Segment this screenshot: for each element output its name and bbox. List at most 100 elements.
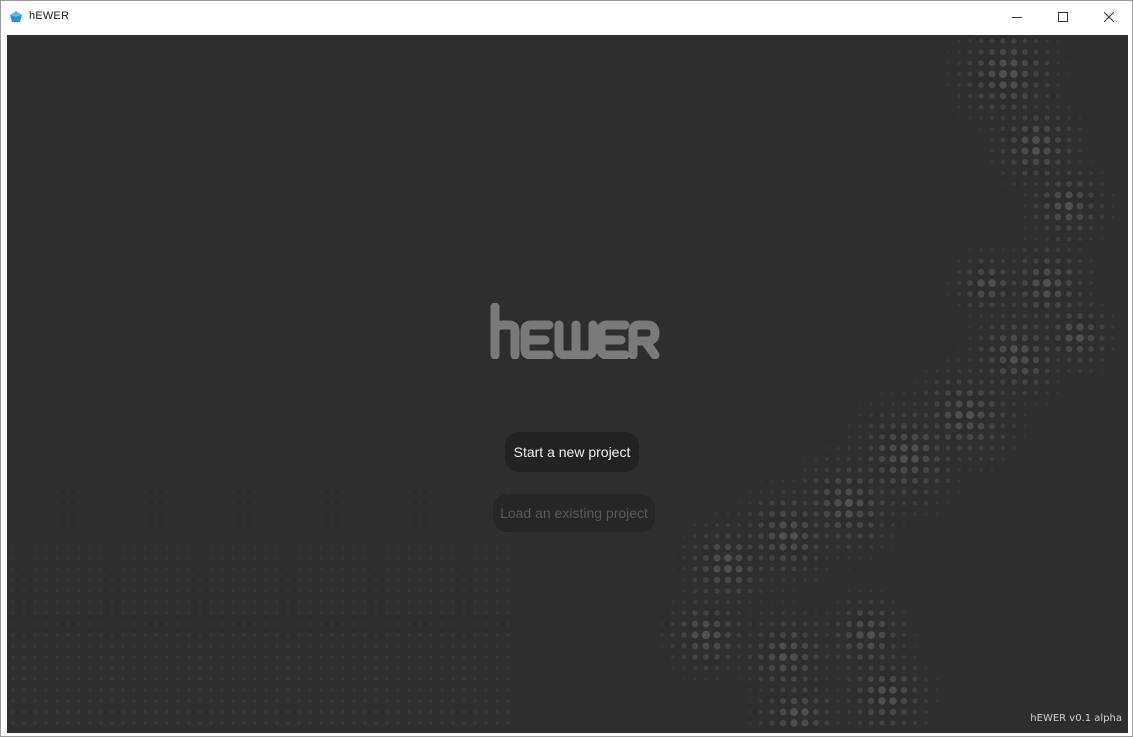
background-dot — [758, 533, 764, 539]
background-dot — [802, 632, 808, 638]
background-dot — [121, 545, 125, 549]
background-dot — [1078, 138, 1082, 142]
background-dot — [154, 600, 158, 604]
background-dot — [55, 523, 59, 527]
background-dot — [198, 677, 202, 681]
background-dot — [297, 666, 301, 670]
background-dot — [33, 677, 37, 681]
background-dot — [352, 600, 356, 604]
load-existing-project-button[interactable]: Load an existing project — [493, 494, 655, 532]
background-dot — [779, 631, 787, 639]
background-dot — [132, 567, 136, 571]
background-dot — [374, 688, 378, 692]
background-dot — [473, 479, 477, 483]
background-dot — [703, 544, 709, 550]
background-dot — [165, 545, 169, 549]
background-dot — [231, 611, 235, 615]
background-dot — [286, 644, 290, 648]
background-dot — [890, 720, 896, 726]
background-dot — [1033, 60, 1039, 66]
background-dot — [176, 600, 180, 604]
background-dot — [1066, 126, 1072, 132]
background-dot — [1100, 369, 1104, 373]
background-dot — [998, 69, 1008, 79]
background-dot — [1111, 193, 1115, 197]
background-dot — [286, 567, 290, 571]
background-dot — [330, 688, 334, 692]
background-dot — [1055, 236, 1061, 242]
background-dot — [473, 589, 477, 593]
background-dot — [692, 555, 698, 561]
background-dot — [924, 380, 928, 384]
background-dot — [286, 534, 290, 538]
background-dot — [978, 302, 984, 308]
background-dot — [714, 599, 720, 605]
background-dot — [1089, 369, 1093, 373]
close-button[interactable] — [1086, 1, 1132, 33]
background-dot — [286, 545, 290, 549]
background-dot — [1044, 214, 1050, 220]
background-dot — [22, 721, 26, 725]
maximize-button[interactable] — [1040, 1, 1086, 33]
background-dot — [286, 666, 290, 670]
background-dot — [308, 523, 312, 527]
background-dot — [990, 149, 994, 153]
background-dot — [462, 567, 466, 571]
background-dot — [790, 719, 798, 727]
background-dot — [165, 468, 169, 472]
background-dot — [825, 611, 829, 615]
background-dot — [363, 567, 367, 571]
background-dot — [319, 457, 323, 461]
background-dot — [770, 589, 774, 593]
minimize-button[interactable] — [994, 1, 1040, 33]
background-dot — [88, 545, 92, 549]
background-dot — [11, 666, 15, 670]
background-dot — [1111, 347, 1115, 351]
background-dot — [198, 699, 202, 703]
background-dot — [154, 512, 158, 516]
background-dot — [143, 699, 147, 703]
background-dot — [176, 523, 180, 527]
background-dot — [99, 688, 103, 692]
background-dot — [823, 510, 831, 518]
background-dot — [1022, 181, 1028, 187]
background-dot — [121, 644, 125, 648]
background-dot — [275, 512, 279, 516]
background-dot — [889, 433, 897, 441]
background-dot — [484, 457, 488, 461]
background-dot — [242, 479, 246, 483]
background-dot — [396, 699, 400, 703]
background-dot — [759, 479, 763, 483]
start-new-project-button[interactable]: Start a new project — [505, 432, 639, 472]
background-dot — [121, 534, 125, 538]
background-dot — [253, 523, 257, 527]
background-dot — [988, 70, 996, 78]
background-dot — [857, 445, 863, 451]
background-dot — [286, 699, 290, 703]
background-dot — [890, 643, 896, 649]
background-dot — [1012, 402, 1016, 406]
background-dot — [977, 268, 985, 276]
background-dot — [1055, 313, 1061, 319]
background-dot — [889, 466, 897, 474]
background-dot — [308, 490, 312, 494]
background-dot — [1056, 39, 1060, 43]
background-dot — [878, 675, 886, 683]
background-dot — [1054, 136, 1062, 144]
background-dot — [484, 490, 488, 494]
background-dot — [978, 346, 984, 352]
background-dot — [1021, 367, 1029, 375]
background-dot — [736, 533, 742, 539]
background-dot — [790, 510, 798, 518]
background-dot — [1065, 323, 1073, 331]
background-dot — [1044, 379, 1050, 385]
title-bar[interactable]: hEWER — [1, 1, 1132, 33]
background-dot — [154, 567, 158, 571]
background-dot — [924, 369, 928, 373]
background-dot — [758, 544, 764, 550]
background-dot — [66, 710, 70, 714]
background-dot — [330, 567, 334, 571]
background-dot — [341, 457, 345, 461]
background-dot — [748, 688, 752, 692]
background-dot — [660, 633, 664, 637]
